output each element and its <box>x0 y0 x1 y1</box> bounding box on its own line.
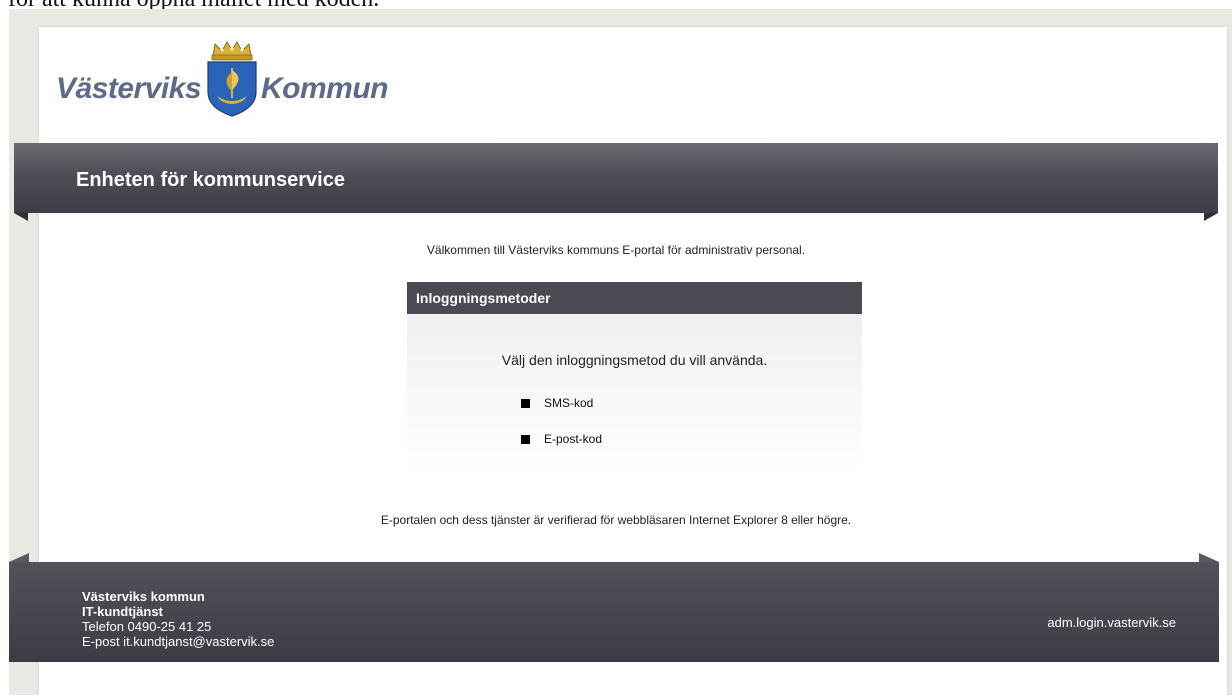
footer-phone: Telefon 0490-25 41 25 <box>82 619 212 634</box>
login-methods-panel: Inloggningsmetoder Välj den inloggningsm… <box>407 282 862 480</box>
municipality-logo: Västerviks Kommun <box>56 40 396 120</box>
footer-contact: Västerviks kommun IT-kundtjänst Telefon … <box>82 589 274 649</box>
footer-email: E-post it.kundtjanst@vastervik.se <box>82 634 275 649</box>
login-method-label[interactable]: E-post-kod <box>544 432 602 446</box>
header-banner: Enheten för kommunservice <box>14 143 1218 221</box>
login-method-email[interactable]: E-post-kod <box>521 432 602 446</box>
login-instruction: Välj den inloggningsmetod du vill använd… <box>501 352 768 368</box>
footer-hostname: adm.login.vastervik.se <box>1047 615 1176 630</box>
login-methods-header: Inloggningsmetoder <box>407 282 862 314</box>
logo-text-right: Kommun <box>261 72 389 105</box>
crest-icon <box>207 41 257 117</box>
footer-dept: IT-kundtjänst <box>82 604 163 619</box>
login-method-sms[interactable]: SMS-kod <box>521 396 593 410</box>
browser-support-note: E-portalen och dess tjänster är verifier… <box>380 513 852 527</box>
footer-org: Västerviks kommun <box>82 589 205 604</box>
square-bullet-icon <box>521 398 530 408</box>
page-title: Enheten för kommunservice <box>76 169 345 191</box>
footer: Västerviks kommun IT-kundtjänst Telefon … <box>9 553 1219 662</box>
welcome-text: Välkommen till Västerviks kommuns E-port… <box>426 243 806 257</box>
logo-text-left: Västerviks <box>56 72 202 105</box>
square-bullet-icon <box>521 434 530 444</box>
login-method-label[interactable]: SMS-kod <box>544 396 593 410</box>
